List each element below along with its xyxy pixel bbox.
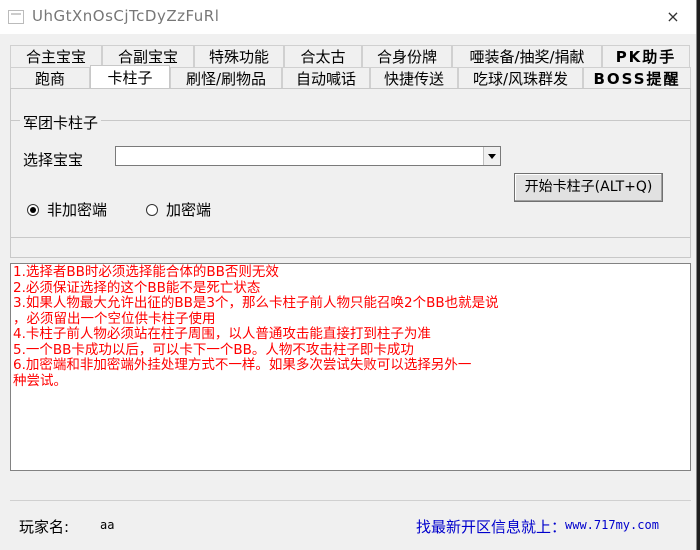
note-line: 3.如果人物最大允许出征的BB是3个，那么卡柱子前人物只能召唤2个BB也就是说: [13, 295, 499, 311]
promo-label: 找最新开区信息就上：: [416, 518, 567, 536]
status-strip: [10, 473, 691, 501]
tab-trade[interactable]: 跑商: [10, 67, 90, 89]
radio-plain[interactable]: 非加密端: [27, 199, 107, 220]
tab-main-pet[interactable]: 合主宝宝: [10, 45, 102, 67]
tab-pillar[interactable]: 卡柱子: [90, 65, 170, 89]
divider: [11, 237, 691, 238]
note-line: 1.选择者BB时必须选择能合体的BB否则无效: [13, 264, 279, 280]
radio-encrypted-indicator[interactable]: [146, 203, 158, 216]
main-window: UhGtXnOsCjTcDyZzFuRl × 合主宝宝 合副宝宝 特殊功能 合太…: [0, 0, 697, 550]
tab-boss-alert[interactable]: BOSS提醒: [583, 67, 691, 89]
tab-sub-pet[interactable]: 合副宝宝: [102, 45, 194, 67]
player-name: aa: [100, 518, 115, 532]
radio-encrypted-label: 加密端: [166, 201, 212, 219]
close-icon[interactable]: ×: [650, 0, 696, 34]
note-line: 5.一个BB卡成功以后，可以卡下一个BB。人物不攻击柱子即卡成功: [13, 341, 414, 358]
tab-teleport[interactable]: 快捷传送: [370, 67, 458, 89]
tab-orb[interactable]: 吃球/风珠群发: [458, 67, 583, 89]
tab-pk-helper[interactable]: PK助手: [602, 45, 690, 67]
select-label: 选择宝宝: [23, 151, 84, 169]
note-line: 2.必须保证选择的这个BB能不是死亡状态: [13, 279, 261, 296]
note-line: 6.加密端和非加密端外挂处理方式不一样。如果多次尝试失败可以选择另外一: [13, 357, 472, 373]
app-icon: [8, 10, 24, 24]
tab-taigu[interactable]: 合太古: [284, 45, 362, 67]
radio-plain-label: 非加密端: [47, 201, 108, 219]
note-line: 种尝试。: [13, 372, 67, 389]
player-label: 玩家名:: [19, 518, 70, 536]
tab-equip-lottery[interactable]: 唖装备/抽奖/捐献: [452, 45, 602, 67]
note-line: 4.卡柱子前人物必须站在柱子周围，以人普通攻击能直接打到柱子为准: [13, 326, 431, 342]
pet-select[interactable]: [115, 146, 501, 166]
tab-special[interactable]: 特殊功能: [194, 45, 284, 67]
tab-farm[interactable]: 刷怪/刷物品: [170, 67, 282, 89]
window-title: UhGtXnOsCjTcDyZzFuRl: [32, 7, 220, 25]
tab-identity[interactable]: 合身份牌: [362, 45, 452, 67]
group-title: 军团卡柱子: [20, 112, 102, 133]
promo-link[interactable]: www.717my.com: [565, 518, 659, 532]
title-bar: UhGtXnOsCjTcDyZzFuRl ×: [0, 0, 696, 34]
radio-plain-indicator[interactable]: [27, 203, 39, 216]
tab-row-1: 合主宝宝 合副宝宝 特殊功能 合太古 合身份牌 唖装备/抽奖/捐献 PK助手: [10, 45, 690, 67]
radio-encrypted[interactable]: 加密端: [146, 199, 211, 220]
chevron-down-icon[interactable]: [483, 147, 500, 165]
tab-row-2: 跑商 卡柱子 刷怪/刷物品 自动喊话 快捷传送 吃球/风珠群发 BOSS提醒: [10, 65, 691, 89]
start-pillar-button[interactable]: 开始卡柱子(ALT+Q): [514, 173, 663, 202]
tab-auto-shout[interactable]: 自动喊话: [282, 67, 370, 89]
note-line: ，必须留出一个空位供卡柱子使用: [13, 310, 216, 327]
notes-textarea[interactable]: 1.选择者BB时必须选择能合体的BB否则无效 2.必须保证选择的这个BB能不是死…: [10, 263, 691, 471]
